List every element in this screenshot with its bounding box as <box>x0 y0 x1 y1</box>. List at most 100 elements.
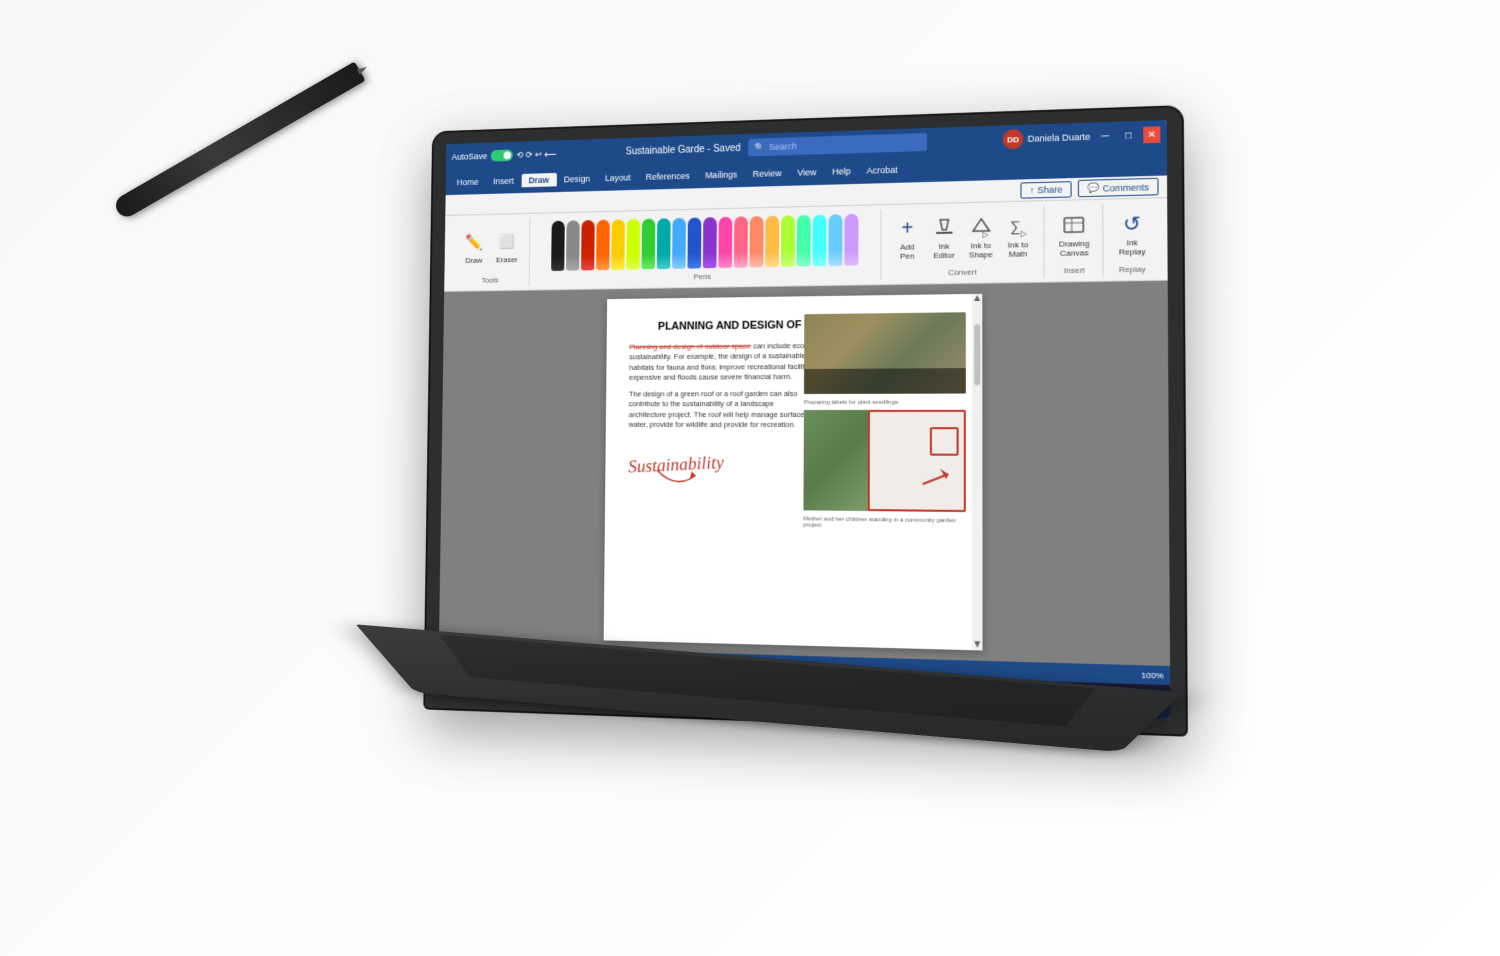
eraser-label: Eraser <box>496 255 518 264</box>
search-box[interactable]: 🔍 Search <box>748 133 927 156</box>
pen-cyan[interactable] <box>813 214 827 266</box>
pen-gray[interactable] <box>566 220 580 270</box>
comments-button[interactable]: 💬 Comments <box>1078 178 1158 197</box>
ribbon-group-insert: DrawingCanvas Insert <box>1046 204 1103 278</box>
scrollbar[interactable]: ▲ ▼ <box>972 294 983 651</box>
pen-purple[interactable] <box>703 217 717 268</box>
comments-label: Comments <box>1103 182 1149 193</box>
tab-layout[interactable]: Layout <box>598 171 639 186</box>
close-button[interactable]: ✕ <box>1143 126 1160 143</box>
ink-to-shape-icon: ▷ <box>969 215 994 240</box>
pen-lavender[interactable] <box>845 214 859 266</box>
ink-to-math-label: Ink toMath <box>1008 240 1028 259</box>
pen-yellow[interactable] <box>611 219 625 270</box>
tab-insert[interactable]: Insert <box>486 174 522 188</box>
tab-references[interactable]: References <box>638 169 697 184</box>
tab-draw[interactable]: Draw <box>521 173 556 187</box>
pen-green[interactable] <box>642 219 656 270</box>
svg-text:▷: ▷ <box>1020 229 1028 239</box>
ink-to-math-icon: ∑▷ <box>1006 214 1031 239</box>
pen-mint[interactable] <box>797 215 811 267</box>
ribbon-group-pens: Pens <box>531 209 881 286</box>
pen-light-blue[interactable] <box>672 218 686 269</box>
pen-orange[interactable] <box>596 220 610 271</box>
handwriting-section: Sustainability <box>628 435 806 487</box>
replay-group-label: Replay <box>1119 265 1146 275</box>
tools-group-label: Tools <box>481 276 498 285</box>
ink-editor-icon <box>932 215 957 240</box>
ink-to-shape-button[interactable]: ▷ Ink toShape <box>964 212 997 261</box>
ink-replay-icon: ↺ <box>1119 211 1145 236</box>
tab-design[interactable]: Design <box>556 172 597 187</box>
strikethrough-text: Planning and design of outdoor space <box>629 341 751 351</box>
tab-home[interactable]: Home <box>449 175 486 189</box>
pen-lime[interactable] <box>781 215 795 267</box>
minimize-button[interactable]: ─ <box>1097 128 1114 145</box>
ribbon-group-replay: ↺ InkReplay Replay <box>1105 202 1159 276</box>
search-placeholder: Search <box>769 141 797 152</box>
pen-red[interactable] <box>581 220 595 270</box>
tab-view[interactable]: View <box>789 165 824 180</box>
autosave-section: AutoSave ⟲ ⟳ ↩ ⟵ <box>452 148 557 163</box>
eraser-icon: ⬜ <box>496 230 518 253</box>
pen-sky[interactable] <box>829 214 843 266</box>
ink-replay-button[interactable]: ↺ InkReplay <box>1114 209 1149 259</box>
draw-label: Draw <box>465 256 482 265</box>
user-info: DD Daniela Duarte <box>1003 127 1091 150</box>
ink-editor-label: InkEditor <box>933 242 954 261</box>
ink-editor-button[interactable]: InkEditor <box>928 213 961 262</box>
title-bar-right: DD Daniela Duarte ─ □ ✕ <box>1003 124 1161 149</box>
add-pen-label: AddPen <box>900 242 914 260</box>
document-area: Preparing labels for plant seedlings. <box>439 281 1170 666</box>
add-pen-button[interactable]: + AddPen <box>891 214 923 263</box>
search-icon: 🔍 <box>754 142 765 153</box>
pen-hot-pink[interactable] <box>734 216 748 267</box>
document-title: Sustainable Garde - Saved <box>626 143 741 157</box>
pen-pink[interactable] <box>719 217 733 268</box>
document-images: Preparing labels for plant seedlings. <box>803 312 965 530</box>
share-icon: ↑ <box>1030 185 1035 195</box>
pen-blue[interactable] <box>688 217 702 268</box>
tools-items: ✏️ Draw ⬜ Eraser <box>459 220 522 275</box>
svg-text:▷: ▷ <box>982 230 989 240</box>
pen-teal[interactable] <box>657 218 671 269</box>
image-seedlings-caption: Preparing labels for plant seedlings. <box>804 400 966 406</box>
screen-inner: AutoSave ⟲ ⟳ ↩ ⟵ Sustainable Garde - Sav… <box>438 120 1170 719</box>
ink-to-shape-label: Ink toShape <box>969 241 993 260</box>
eraser-button[interactable]: ⬜ Eraser <box>492 228 522 266</box>
pen-peach[interactable] <box>750 216 764 268</box>
svg-text:∑: ∑ <box>1010 219 1020 235</box>
pen-yellow-green[interactable] <box>627 219 641 270</box>
avatar: DD <box>1003 129 1024 150</box>
scroll-thumb[interactable] <box>974 324 980 385</box>
tab-review[interactable]: Review <box>745 166 790 181</box>
ink-to-math-button[interactable]: ∑▷ Ink toMath <box>1001 212 1034 261</box>
pen-black[interactable] <box>551 221 565 271</box>
document-page: Preparing labels for plant seedlings. <box>604 294 983 651</box>
autosave-label: AutoSave <box>452 151 488 162</box>
restore-button[interactable]: □ <box>1120 127 1137 144</box>
tab-acrobat[interactable]: Acrobat <box>859 163 906 178</box>
drawing-canvas-label: DrawingCanvas <box>1059 239 1090 258</box>
share-label: Share <box>1037 184 1062 195</box>
insert-items: DrawingCanvas <box>1055 206 1094 264</box>
laptop: AutoSave ⟲ ⟳ ↩ ⟵ Sustainable Garde - Sav… <box>300 88 1200 868</box>
zoom-level: 100% <box>1141 670 1163 680</box>
tab-mailings[interactable]: Mailings <box>697 167 745 182</box>
status-bar-right: 100% <box>1141 670 1163 680</box>
image-seedlings <box>804 312 966 394</box>
share-button[interactable]: ↑ Share <box>1020 181 1072 199</box>
draw-tool-button[interactable]: ✏️ Draw <box>459 229 489 267</box>
drawing-canvas-button[interactable]: DrawingCanvas <box>1055 210 1094 260</box>
draw-icon: ✏️ <box>463 231 485 254</box>
tab-help[interactable]: Help <box>824 164 858 179</box>
handwriting-arrow <box>647 465 705 495</box>
replay-items: ↺ InkReplay <box>1114 205 1149 263</box>
comments-icon: 💬 <box>1088 182 1100 194</box>
add-pen-icon: + <box>895 216 919 241</box>
convert-group-label: Convert <box>948 268 977 278</box>
ink-replay-label: InkReplay <box>1119 238 1146 257</box>
autosave-toggle[interactable] <box>491 149 513 161</box>
pen-gold[interactable] <box>765 216 779 268</box>
user-name: Daniela Duarte <box>1028 132 1091 144</box>
